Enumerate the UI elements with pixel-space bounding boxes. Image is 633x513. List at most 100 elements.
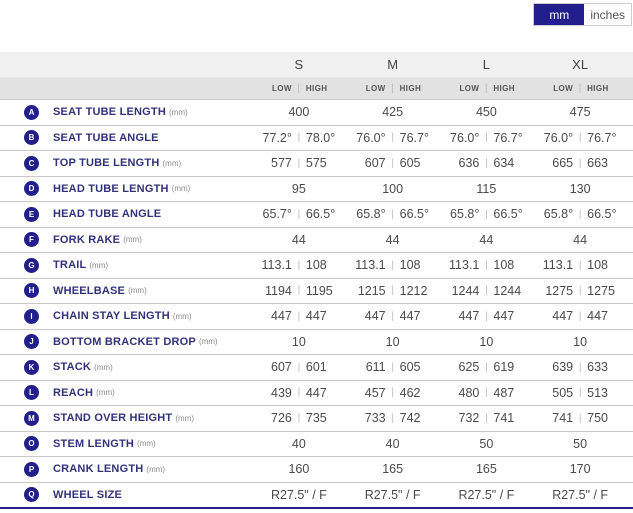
- high-value: 735: [305, 411, 327, 426]
- table-row: C TOP TUBE LENGTH (mm) 577 | 575 607 | 605 636 | 63…: [0, 150, 633, 176]
- geometry-value-cell: 10: [252, 335, 346, 349]
- row-unit-label: (mm): [96, 388, 115, 398]
- low-value: 447: [271, 309, 292, 324]
- value-divider: |: [391, 132, 394, 144]
- high-value: 634: [493, 156, 515, 171]
- header-divider: |: [297, 83, 301, 94]
- single-value: 160: [288, 462, 310, 477]
- row-label-cell: L REACH (mm): [0, 385, 252, 401]
- header-divider: |: [484, 83, 488, 94]
- value-divider: |: [578, 208, 582, 220]
- high-value: 447: [399, 309, 421, 324]
- geometry-value-cell: R27.5" / F: [440, 488, 534, 502]
- high-value: 66.5°: [399, 207, 429, 222]
- geometry-value-cell: 450: [440, 105, 534, 119]
- row-letter-badge: Q: [24, 487, 39, 503]
- unit-inches-button[interactable]: inches: [584, 4, 631, 25]
- single-value: 100: [382, 181, 404, 196]
- low-high-header-cell: LOW | HIGH: [440, 83, 534, 94]
- value-divider: |: [391, 361, 394, 373]
- value-divider: |: [485, 361, 488, 373]
- row-label-cell: G TRAIL (mm): [0, 257, 252, 273]
- geometry-value-cell: 115: [440, 182, 534, 196]
- row-unit-label: (mm): [162, 158, 182, 168]
- low-header-label: LOW: [553, 84, 574, 93]
- high-value: 487: [493, 385, 515, 400]
- geometry-value-cell: 165: [346, 462, 440, 476]
- high-value: 78.0°: [305, 130, 336, 145]
- row-unit-label: (mm): [146, 464, 166, 474]
- row-label-cell: I CHAIN STAY LENGTH (mm): [0, 308, 252, 324]
- high-value: 663: [587, 156, 608, 171]
- row-label-cell: K STACK (mm): [0, 359, 252, 375]
- value-divider: |: [297, 387, 301, 399]
- size-column-header: M: [387, 57, 399, 72]
- single-value: 10: [385, 334, 400, 349]
- value-divider: |: [578, 132, 582, 144]
- low-value: 636: [458, 156, 480, 171]
- row-label: WHEELBASE: [53, 284, 126, 297]
- geometry-value-cell: 439 | 447: [252, 386, 346, 400]
- geometry-value-cell: 40: [252, 437, 346, 451]
- row-letter-badge: K: [24, 359, 39, 375]
- geometry-value-cell: 76.0° | 76.7°: [440, 131, 534, 145]
- low-value: 65.7°: [262, 207, 292, 222]
- row-label: TOP TUBE LENGTH: [53, 157, 160, 170]
- high-value: 1195: [305, 283, 333, 298]
- row-letter-badge: L: [24, 385, 39, 401]
- low-value: 726: [271, 411, 292, 426]
- geometry-value-cell: 76.0° | 76.7°: [346, 131, 440, 145]
- single-value: R27.5" / F: [458, 487, 515, 502]
- value-divider: |: [485, 285, 488, 297]
- high-value: 447: [493, 309, 515, 324]
- high-value: 605: [399, 360, 421, 375]
- geometry-value-cell: 475: [533, 105, 627, 119]
- low-value: 1244: [451, 283, 480, 298]
- row-unit-label: (mm): [172, 311, 192, 321]
- row-unit-label: (mm): [169, 107, 188, 117]
- geometry-value-cell: 607 | 605: [346, 156, 440, 170]
- low-header-label: LOW: [459, 84, 480, 93]
- table-row: D HEAD TUBE LENGTH (mm) 95 100 115 130: [0, 175, 633, 201]
- low-value: 65.8°: [356, 207, 386, 222]
- value-divider: |: [391, 412, 394, 424]
- geometry-value-cell: 165: [440, 462, 534, 476]
- single-value: 10: [291, 334, 306, 349]
- value-divider: |: [485, 310, 488, 322]
- row-label: STEM LENGTH: [53, 437, 135, 450]
- single-value: 50: [573, 436, 588, 451]
- high-value: 619: [493, 360, 515, 375]
- single-value: 40: [385, 436, 400, 451]
- low-value: 607: [271, 360, 292, 375]
- high-value: 513: [587, 385, 608, 400]
- geometry-value-cell: 425: [346, 105, 440, 119]
- geometry-value-cell: 65.7° | 66.5°: [252, 207, 346, 221]
- table-row: M STAND OVER HEIGHT (mm) 726 | 735 733 | 742 732 |…: [0, 405, 633, 431]
- low-value: 480: [458, 385, 480, 400]
- row-unit-label: (mm): [137, 439, 156, 449]
- high-value: 741: [493, 411, 515, 426]
- row-label: WHEEL SIZE: [53, 488, 123, 501]
- value-divider: |: [485, 157, 488, 169]
- single-value: 165: [382, 462, 404, 477]
- row-label-cell: C TOP TUBE LENGTH (mm): [0, 155, 252, 171]
- single-value: 44: [573, 232, 588, 247]
- row-label-cell: B SEAT TUBE ANGLE: [0, 130, 252, 146]
- low-high-header-cell: LOW | HIGH: [533, 83, 627, 94]
- header-divider: |: [391, 83, 395, 94]
- value-divider: |: [578, 285, 582, 297]
- low-value: 457: [364, 385, 386, 400]
- geometry-value-cell: 44: [346, 233, 440, 247]
- value-divider: |: [297, 259, 301, 271]
- row-label: REACH: [53, 386, 94, 399]
- unit-mm-button[interactable]: mm: [534, 4, 585, 25]
- low-value: 732: [458, 411, 480, 426]
- geometry-value-cell: 95: [252, 182, 346, 196]
- geometry-value-cell: 160: [252, 462, 346, 476]
- geometry-value-cell: 577 | 575: [252, 156, 346, 170]
- geometry-value-cell: 113.1 | 108: [346, 258, 440, 272]
- row-label-cell: J BOTTOM BRACKET DROP (mm): [0, 334, 252, 350]
- value-divider: |: [578, 387, 582, 399]
- geometry-value-cell: 505 | 513: [533, 386, 627, 400]
- low-value: 665: [552, 156, 574, 171]
